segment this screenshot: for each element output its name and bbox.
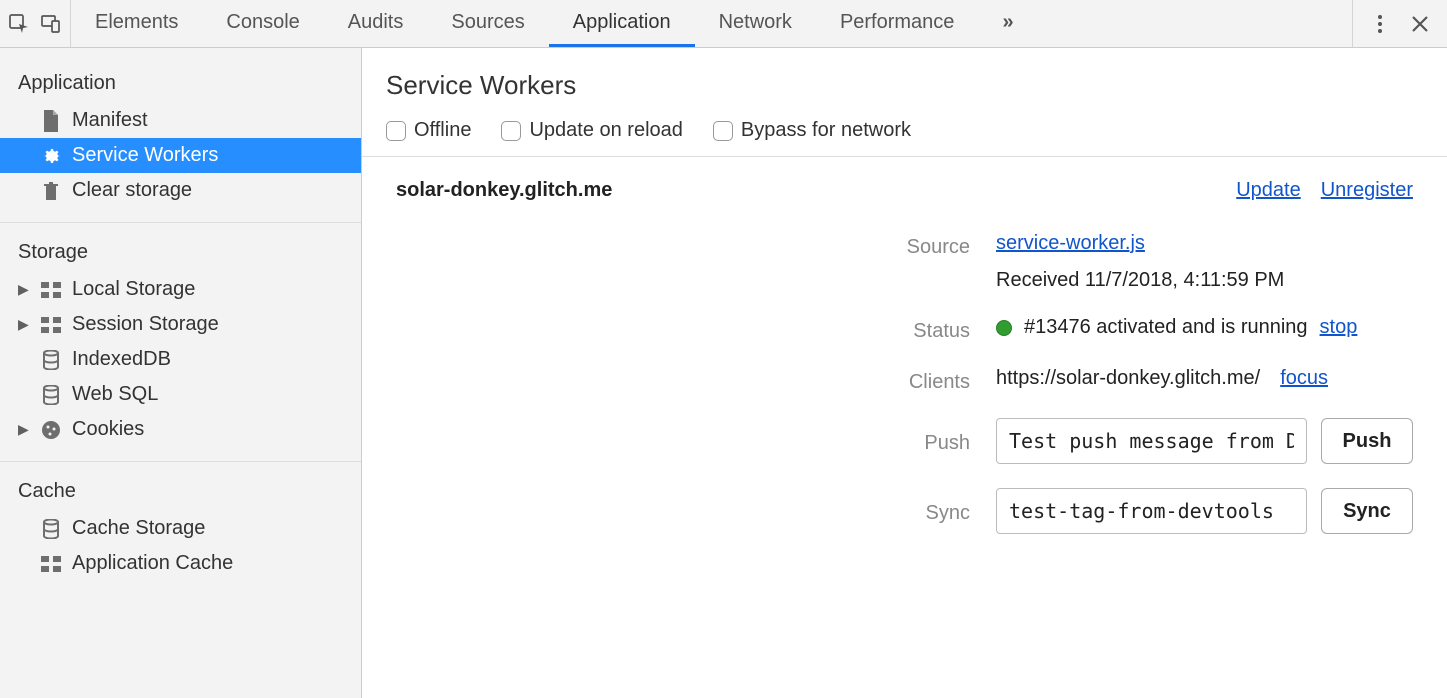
row-label-sync: Sync [396, 498, 996, 525]
service-workers-panel: Service Workers Offline Update on reload… [362, 48, 1447, 698]
tab-console[interactable]: Console [202, 0, 323, 47]
chevron-right-icon: ▶ [18, 421, 30, 438]
stop-link[interactable]: stop [1320, 316, 1358, 339]
sidebar-item-application-cache[interactable]: Application Cache [0, 546, 361, 581]
sidebar-item-label: Session Storage [72, 313, 219, 336]
focus-link[interactable]: focus [1280, 367, 1328, 390]
sidebar-item-label: Application Cache [72, 552, 233, 575]
status-text: #13476 activated and is running [1024, 316, 1308, 339]
status-dot-icon [996, 320, 1012, 336]
application-sidebar: Application Manifest Service Workers Cle… [0, 48, 362, 698]
sidebar-item-label: Cache Storage [72, 517, 205, 540]
sync-button[interactable]: Sync [1321, 488, 1413, 534]
tabs-overflow[interactable]: » [978, 0, 1037, 47]
checkbox-label: Bypass for network [741, 119, 911, 142]
sidebar-item-cookies[interactable]: ▶ Cookies [0, 412, 361, 447]
database-icon [40, 349, 62, 371]
section-title-storage: Storage [0, 231, 361, 272]
checkbox-label: Offline [414, 119, 471, 142]
sidebar-item-label: IndexedDB [72, 348, 171, 371]
chevron-right-icon: ▶ [18, 316, 30, 333]
database-icon [40, 384, 62, 406]
sw-origin: solar-donkey.glitch.me [396, 179, 1236, 202]
sidebar-item-indexeddb[interactable]: IndexedDB [0, 342, 361, 377]
push-message-input[interactable] [996, 418, 1307, 464]
sidebar-item-local-storage[interactable]: ▶ Local Storage [0, 272, 361, 307]
row-label-status: Status [396, 316, 996, 343]
section-title-cache: Cache [0, 470, 361, 511]
client-url: https://solar-donkey.glitch.me/ [996, 367, 1260, 390]
checkbox-offline[interactable]: Offline [386, 119, 471, 142]
checkbox-update-on-reload[interactable]: Update on reload [501, 119, 682, 142]
sidebar-item-clear-storage[interactable]: Clear storage [0, 173, 361, 208]
sidebar-item-manifest[interactable]: Manifest [0, 103, 361, 138]
tab-performance[interactable]: Performance [816, 0, 979, 47]
device-toggle-icon[interactable] [40, 13, 62, 35]
sidebar-item-cache-storage[interactable]: Cache Storage [0, 511, 361, 546]
tab-audits[interactable]: Audits [324, 0, 428, 47]
inspect-icon[interactable] [8, 13, 30, 35]
panel-title: Service Workers [386, 70, 1423, 101]
gear-icon [40, 145, 62, 167]
close-icon[interactable] [1409, 13, 1431, 35]
table-icon [40, 314, 62, 336]
sidebar-item-label: Local Storage [72, 278, 195, 301]
trash-icon [40, 180, 62, 202]
received-text: Received 11/7/2018, 4:11:59 PM [996, 269, 1413, 292]
section-title-application: Application [0, 62, 361, 103]
source-script-link[interactable]: service-worker.js [996, 232, 1145, 254]
topbar-right-controls [1352, 0, 1447, 47]
sidebar-item-session-storage[interactable]: ▶ Session Storage [0, 307, 361, 342]
topbar-left-controls [0, 0, 71, 47]
tab-network[interactable]: Network [695, 0, 816, 47]
sidebar-item-label: Web SQL [72, 383, 158, 406]
cookie-icon [40, 419, 62, 441]
sidebar-item-service-workers[interactable]: Service Workers [0, 138, 361, 173]
update-link[interactable]: Update [1236, 179, 1301, 202]
sidebar-item-label: Clear storage [72, 179, 192, 202]
tab-sources[interactable]: Sources [427, 0, 548, 47]
table-icon [40, 279, 62, 301]
push-button[interactable]: Push [1321, 418, 1413, 464]
sidebar-item-label: Manifest [72, 109, 148, 132]
database-icon [40, 518, 62, 540]
sidebar-item-label: Cookies [72, 418, 144, 441]
row-label-push: Push [396, 428, 996, 455]
devtools-tabbar: Elements Console Audits Sources Applicat… [0, 0, 1447, 48]
row-label-clients: Clients [396, 367, 996, 394]
unregister-link[interactable]: Unregister [1321, 179, 1413, 202]
sidebar-item-label: Service Workers [72, 144, 218, 167]
table-icon [40, 553, 62, 575]
main-split: Application Manifest Service Workers Cle… [0, 48, 1447, 698]
menu-kebab-icon[interactable] [1369, 13, 1391, 35]
chevron-right-icon: ▶ [18, 281, 30, 298]
tab-application[interactable]: Application [549, 0, 695, 47]
tab-elements[interactable]: Elements [71, 0, 202, 47]
sync-tag-input[interactable] [996, 488, 1307, 534]
tabs-container: Elements Console Audits Sources Applicat… [71, 0, 1038, 47]
sidebar-item-websql[interactable]: Web SQL [0, 377, 361, 412]
row-label-source: Source [396, 232, 996, 259]
checkbox-label: Update on reload [529, 119, 682, 142]
file-icon [40, 110, 62, 132]
checkbox-bypass-for-network[interactable]: Bypass for network [713, 119, 911, 142]
